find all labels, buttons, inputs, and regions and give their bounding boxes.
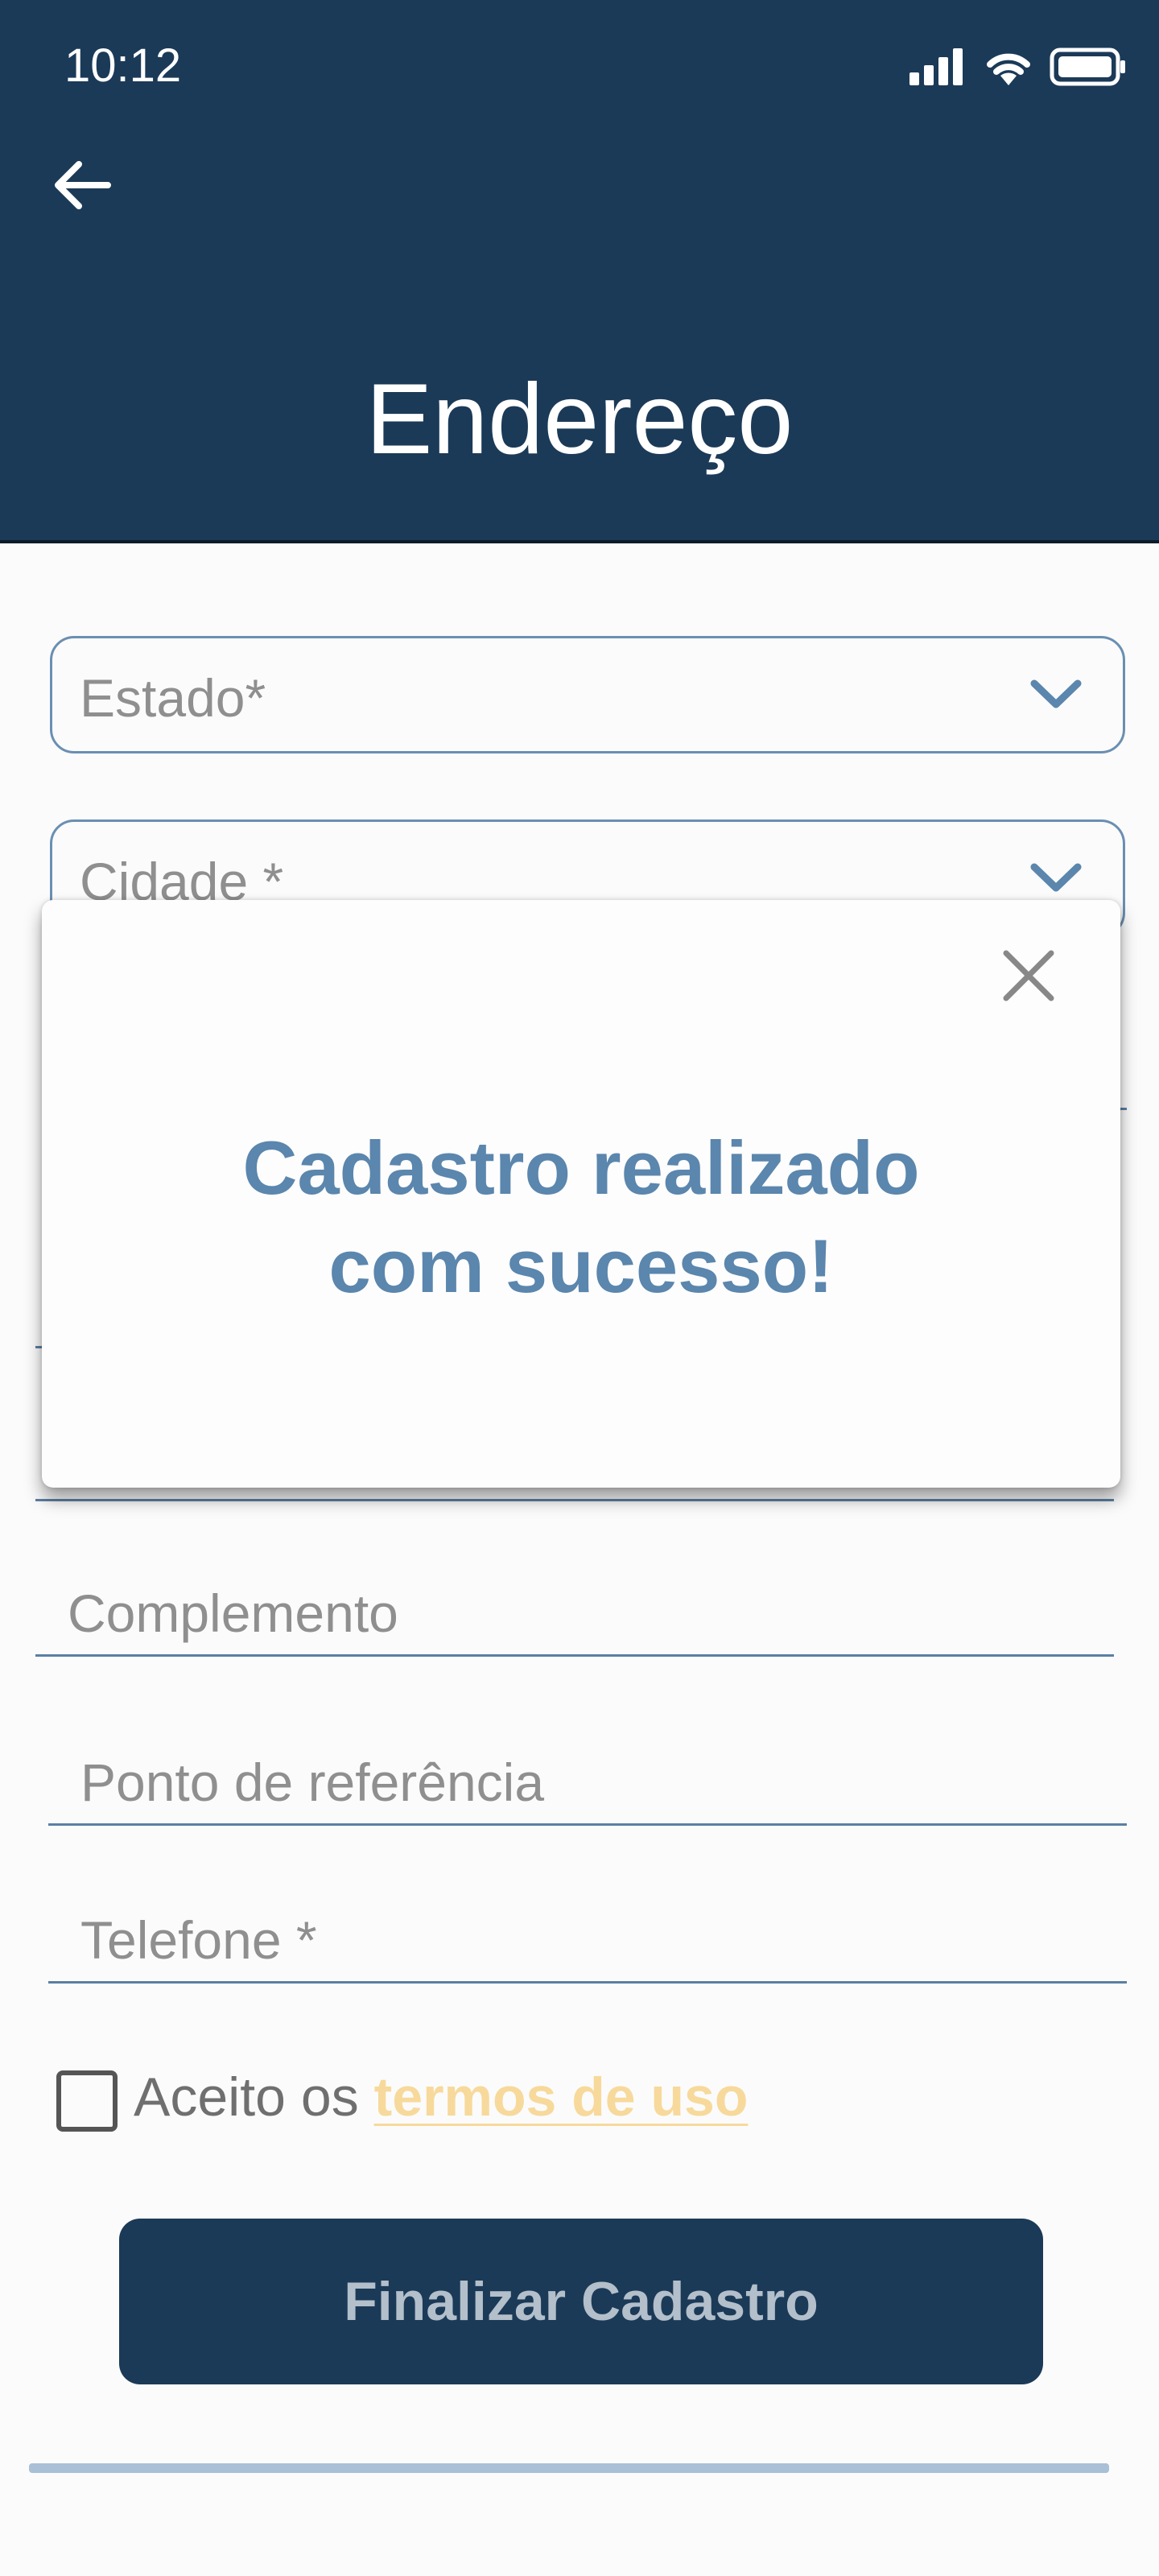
chevron-down-icon [1030, 863, 1082, 892]
finalizar-cadastro-button[interactable]: Finalizar Cadastro [119, 2219, 1043, 2384]
estado-select[interactable]: Estado* [50, 636, 1125, 753]
battery-icon [1050, 47, 1125, 86]
referencia-field[interactable]: Ponto de referência [48, 1729, 1127, 1826]
hidden-field-underline [35, 1499, 1114, 1501]
telefone-placeholder: Telefone * [80, 1910, 317, 1970]
estado-label: Estado* [80, 668, 266, 728]
complemento-placeholder: Complemento [68, 1583, 398, 1643]
status-time: 10:12 [64, 39, 182, 92]
success-message: Cadastro realizado com sucesso! [42, 1119, 1120, 1315]
referencia-placeholder: Ponto de referência [80, 1752, 545, 1812]
close-icon[interactable] [998, 945, 1059, 1006]
chevron-down-icon [1030, 679, 1082, 708]
terms-text: Aceito os termos de uso [134, 2066, 748, 2128]
terms-checkbox[interactable] [56, 2070, 118, 2132]
back-arrow-icon[interactable] [50, 153, 114, 217]
telefone-field[interactable]: Telefone * [48, 1887, 1127, 1984]
status-icons [909, 47, 1127, 87]
page-title: Endereço [365, 364, 794, 475]
complemento-field[interactable]: Complemento [35, 1560, 1114, 1657]
terms-prefix: Aceito os [134, 2066, 374, 2128]
app-header: 10:12 Endereço [0, 0, 1159, 543]
success-message-line1: Cadastro realizado [242, 1125, 920, 1210]
bottom-indicator [29, 2463, 1109, 2473]
wifi-icon [987, 53, 1030, 85]
success-message-line2: com sucesso! [328, 1224, 834, 1308]
signal-icon [909, 48, 963, 85]
terms-link[interactable]: termos de uso [374, 2066, 749, 2128]
success-modal: Cadastro realizado com sucesso! [42, 900, 1120, 1488]
